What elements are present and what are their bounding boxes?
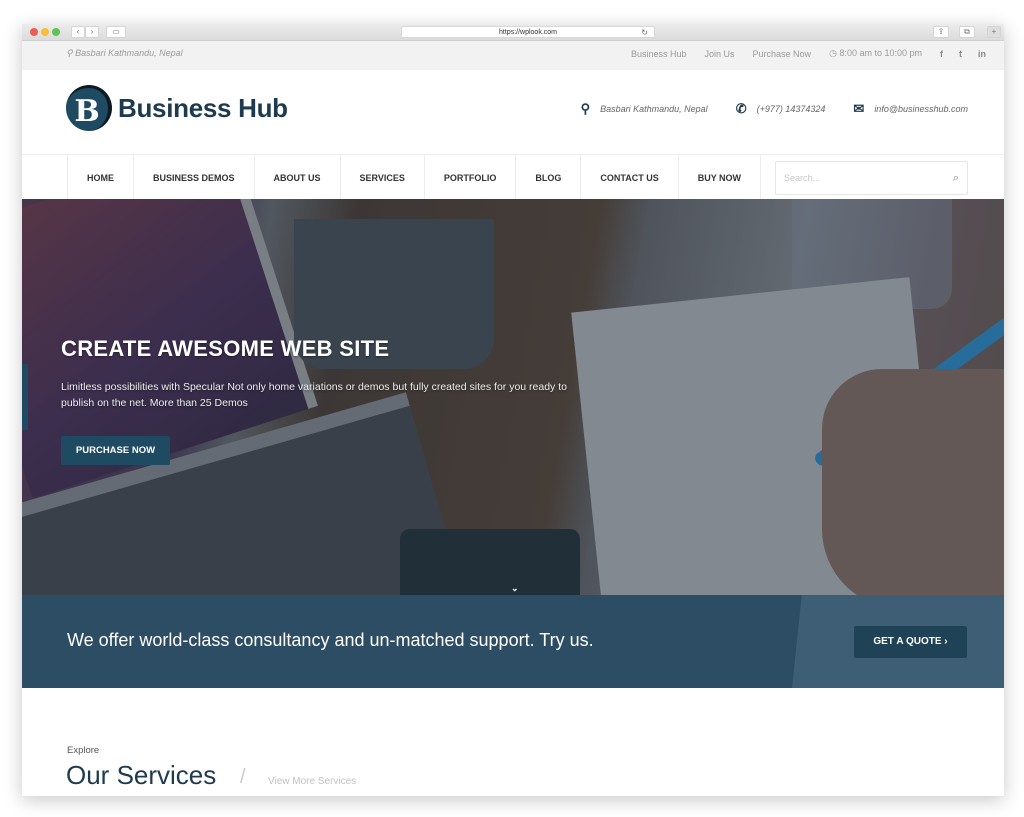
opening-hours-text: 8:00 am to 10:00 pm xyxy=(839,48,922,58)
social-links: f t in xyxy=(940,49,986,59)
topbar-link-join-us[interactable]: Join Us xyxy=(705,49,735,59)
title-separator: / xyxy=(240,766,246,788)
hero-title: CREATE AWESOME WEB SITE xyxy=(61,336,390,361)
services-eyebrow: Explore xyxy=(67,745,100,756)
logo-mark-icon: B xyxy=(66,85,112,131)
back-icon[interactable]: ‹ xyxy=(71,26,85,38)
browser-window: ‹ › ▭ https://wplook.com ↻ ⇪ ⧉ + ⚲ Basba… xyxy=(22,24,1004,796)
phone-icon: ✆ xyxy=(735,101,747,116)
facebook-icon[interactable]: f xyxy=(940,49,943,59)
opening-hours: ◷ 8:00 am to 10:00 pm xyxy=(829,48,922,59)
nav-item-home[interactable]: HOME xyxy=(67,155,133,200)
nav-item-business-demos[interactable]: BUSINESS DEMOS xyxy=(133,155,254,200)
nav-item-about-us[interactable]: ABOUT US xyxy=(253,155,340,200)
services-section: Explore Our Services / View More Service… xyxy=(22,688,1004,796)
view-more-services-link[interactable]: View More Services xyxy=(268,776,356,787)
browser-toolbar: ‹ › ▭ https://wplook.com ↻ ⇪ ⧉ + xyxy=(22,24,1004,41)
services-title: Our Services xyxy=(66,760,217,790)
minimize-window-button[interactable] xyxy=(41,28,49,36)
topbar-location: ⚲ Basbari Kathmandu, Nepal xyxy=(66,48,183,59)
main-navigation: HOME BUSINESS DEMOS ABOUT US SERVICES PO… xyxy=(22,154,1004,200)
new-tab-icon[interactable]: + xyxy=(987,26,1001,38)
location-pin-icon: ⚲ xyxy=(66,48,73,58)
cta-text: We offer world-class consultancy and un-… xyxy=(67,630,594,650)
topbar-links: Business Hub Join Us Purchase Now ◷ 8:00… xyxy=(631,48,986,59)
logo-text: Business Hub xyxy=(118,92,288,123)
purchase-now-button[interactable]: PURCHASE NOW xyxy=(61,436,170,465)
header-address: Basbari Kathmandu, Nepal xyxy=(600,104,708,114)
search-box: ⌕ xyxy=(775,161,968,195)
topbar-location-text: Basbari Kathmandu, Nepal xyxy=(75,48,183,58)
topbar-link-purchase-now[interactable]: Purchase Now xyxy=(753,49,812,59)
twitter-icon[interactable]: t xyxy=(959,49,962,59)
share-icon[interactable]: ⇪ xyxy=(933,26,949,38)
site-logo[interactable]: B Business Hub xyxy=(66,85,288,131)
cta-band: We offer world-class consultancy and un-… xyxy=(22,595,1004,688)
url-text: https://wplook.com xyxy=(499,29,557,36)
slider-prev-tab[interactable] xyxy=(22,364,28,430)
top-info-bar: ⚲ Basbari Kathmandu, Nepal Business Hub … xyxy=(22,41,1004,70)
get-a-quote-button[interactable]: GET A QUOTE › xyxy=(854,626,967,658)
linkedin-icon[interactable]: in xyxy=(978,49,986,59)
map-marker-icon: ⚲ xyxy=(580,101,591,116)
nav-item-buy-now[interactable]: BUY NOW xyxy=(677,155,762,200)
nav-item-services[interactable]: SERVICES xyxy=(339,155,424,200)
scroll-down-icon[interactable]: ⌄ xyxy=(511,583,519,594)
nav-item-blog[interactable]: BLOG xyxy=(515,155,580,200)
reload-icon[interactable]: ↻ xyxy=(641,27,648,38)
envelope-icon: ✉ xyxy=(853,101,865,116)
tabs-icon[interactable]: ⧉ xyxy=(959,26,975,38)
nav-menu: HOME BUSINESS DEMOS ABOUT US SERVICES PO… xyxy=(67,155,762,200)
hero-slider: CREATE AWESOME WEB SITE Limitless possib… xyxy=(22,199,1004,595)
search-input[interactable] xyxy=(784,173,934,183)
clock-icon: ◷ xyxy=(829,48,837,58)
forward-icon[interactable]: › xyxy=(85,26,99,38)
header-contacts: ⚲ Basbari Kathmandu, Nepal ✆ (+977) 1437… xyxy=(581,101,968,117)
close-window-button[interactable] xyxy=(30,28,38,36)
sidebar-toggle-icon[interactable]: ▭ xyxy=(106,26,126,38)
site-header: B Business Hub ⚲ Basbari Kathmandu, Nepa… xyxy=(22,70,1004,154)
header-phone[interactable]: (+977) 14374324 xyxy=(757,104,826,114)
address-bar[interactable]: https://wplook.com ↻ xyxy=(401,26,655,38)
nav-item-contact-us[interactable]: CONTACT US xyxy=(580,155,677,200)
maximize-window-button[interactable] xyxy=(52,28,60,36)
topbar-link-business-hub[interactable]: Business Hub xyxy=(631,49,687,59)
hero-description: Limitless possibilities with Specular No… xyxy=(61,381,567,409)
header-email[interactable]: info@businesshub.com xyxy=(874,104,968,114)
nav-item-portfolio[interactable]: PORTFOLIO xyxy=(423,155,516,200)
search-icon[interactable]: ⌕ xyxy=(953,172,959,185)
